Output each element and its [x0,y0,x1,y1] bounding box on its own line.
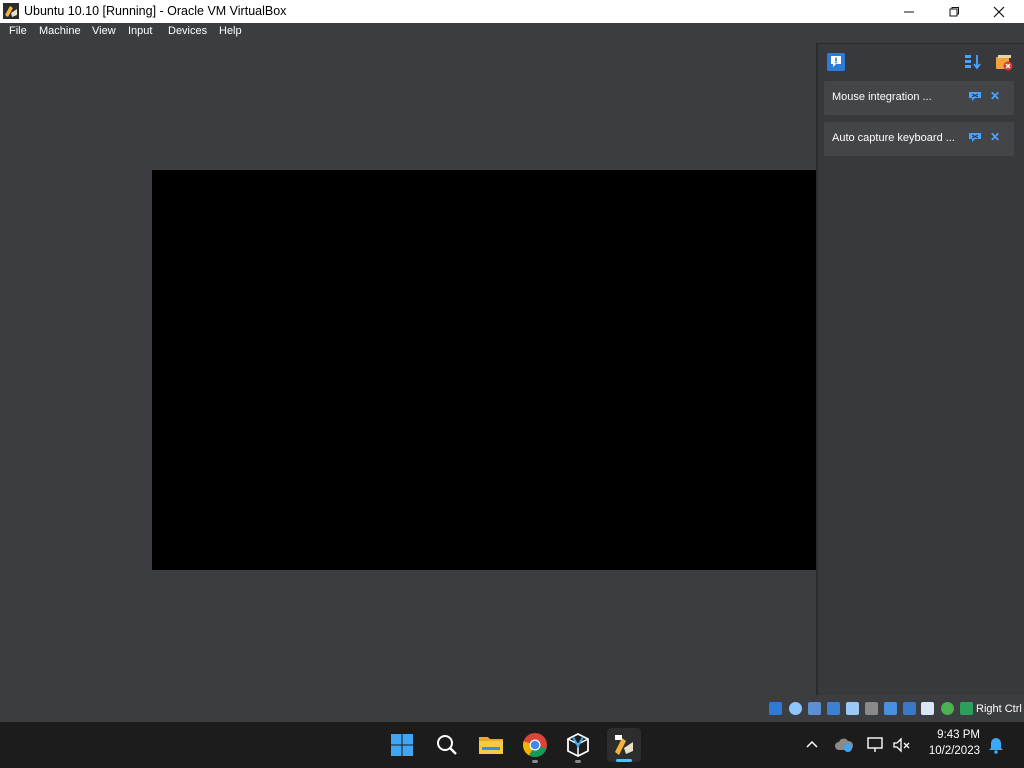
guest-display[interactable] [152,170,818,570]
hide-notification-icon[interactable] [968,91,982,103]
message-icon [827,53,845,71]
menu-input[interactable]: Input [128,25,152,37]
clear-icon [996,55,1013,71]
start-button[interactable] [387,730,417,760]
notification-mouse-integration[interactable]: Mouse integration ... ✕ [824,81,1014,115]
message-button[interactable] [826,52,846,72]
menu-devices[interactable]: Devices [168,25,207,37]
search-icon [437,735,457,755]
bell-icon [989,738,1003,754]
recording-icon[interactable] [903,702,916,715]
virtualbox-manager-button[interactable] [563,730,593,760]
close-button[interactable] [976,0,1022,23]
show-hidden-icons-button[interactable] [799,730,825,760]
host-key-label[interactable]: Right Ctrl [976,703,1022,715]
notification-text: Mouse integration ... [832,91,932,103]
network-tray-button[interactable] [863,730,889,760]
menu-bar: File Machine View Input Devices Help [0,23,1024,42]
chrome-button[interactable] [520,730,550,760]
close-icon [993,6,1005,17]
windows-taskbar: 9:43 PM 10/2/2023 [0,722,1024,768]
menu-help[interactable]: Help [219,25,242,37]
volume-tray-button[interactable] [889,730,915,760]
chevron-up-icon [806,740,818,748]
active-indicator [616,759,632,762]
taskbar-search-button[interactable] [432,730,462,760]
windows-start-icon [391,734,413,756]
network-icon [867,737,883,752]
file-explorer-icon [479,737,503,754]
vm-status-bar: Right Ctrl [0,696,1024,722]
keyboard-capture-icon[interactable] [960,702,973,715]
sort-button[interactable] [963,52,983,72]
clock-date[interactable]: 10/2/2023 [920,745,980,757]
notification-auto-capture[interactable]: Auto capture keyboard ... ✕ [824,122,1014,156]
notification-text: Auto capture keyboard ... [832,132,955,144]
file-explorer-button[interactable] [476,730,506,760]
clear-button[interactable] [994,52,1014,72]
network-icon[interactable] [827,702,840,715]
volume-muted-icon [893,737,910,753]
notification-center: Mouse integration ... ✕ Auto capture key… [816,43,1024,695]
virtualbox-manager-icon [567,733,589,757]
chrome-icon [522,733,547,758]
menu-machine[interactable]: Machine [39,25,81,37]
virtualbox-vm-button[interactable] [607,728,641,762]
shared-folders-icon[interactable] [865,702,878,715]
hide-notification-icon[interactable] [968,132,982,144]
minimize-icon [904,11,914,12]
audio-icon[interactable] [808,702,821,715]
close-notification-icon[interactable]: ✕ [990,89,1000,103]
virtualbox-icon [3,3,19,19]
minimize-button[interactable] [886,0,932,23]
menu-file[interactable]: File [9,25,27,37]
menu-view[interactable]: View [92,25,116,37]
onedrive-tray-button[interactable] [831,730,857,760]
optical-drive-icon[interactable] [789,702,802,715]
window-title: Ubuntu 10.10 [Running] - Oracle VM Virtu… [24,4,287,18]
notifications-button[interactable] [984,730,1008,760]
vt-x-icon[interactable] [921,702,934,715]
virtualbox-vm-icon [615,735,633,755]
guest-additions-icon[interactable] [941,702,954,715]
running-indicator [532,760,538,763]
window-title-bar: Ubuntu 10.10 [Running] - Oracle VM Virtu… [0,0,1024,23]
clock-time[interactable]: 9:43 PM [920,729,980,741]
hard-disk-icon[interactable] [769,702,782,715]
display-icon[interactable] [884,702,897,715]
usb-icon[interactable] [846,702,859,715]
running-indicator [575,760,581,763]
maximize-icon [949,6,959,16]
sort-icon [965,55,981,70]
maximize-button[interactable] [931,0,977,23]
cloud-icon [835,738,854,752]
close-notification-icon[interactable]: ✕ [990,130,1000,144]
